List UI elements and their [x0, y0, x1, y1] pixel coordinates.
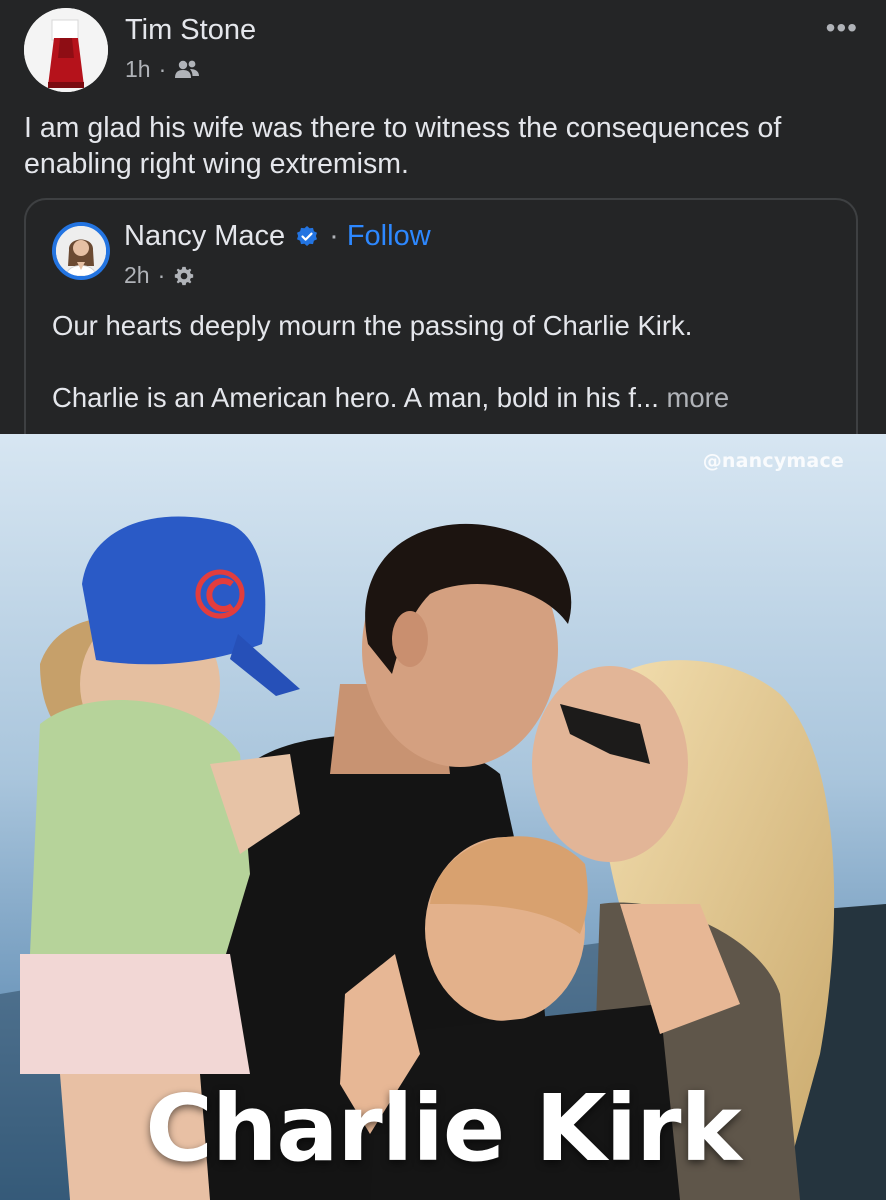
- shared-header: Nancy Mace · Follow: [124, 220, 431, 253]
- shared-author-avatar[interactable]: [52, 222, 110, 280]
- shared-meta: 2h ·: [124, 262, 195, 289]
- verified-badge-icon: [297, 225, 318, 246]
- handmaid-avatar-image: [24, 8, 108, 92]
- shared-time[interactable]: 2h: [124, 262, 150, 289]
- follow-button[interactable]: Follow: [347, 220, 431, 253]
- post-time[interactable]: 1h: [125, 56, 151, 83]
- author-name[interactable]: Tim Stone: [125, 14, 256, 47]
- post-meta: 1h ·: [125, 56, 200, 83]
- friends-icon[interactable]: [174, 59, 200, 81]
- more-options-button[interactable]: •••: [826, 14, 858, 42]
- author-avatar[interactable]: [24, 8, 108, 92]
- shared-text-line1: Our hearts deeply mourn the passing of C…: [52, 310, 693, 341]
- shared-text-line2: Charlie is an American hero. A man, bold…: [52, 382, 729, 414]
- photo-watermark: @nancymace: [702, 450, 844, 472]
- meta-separator: ·: [158, 56, 167, 82]
- nancy-mace-avatar-image: [56, 226, 106, 276]
- shared-separator: ·: [329, 220, 339, 252]
- gear-icon[interactable]: [173, 265, 195, 287]
- post-text: I am glad his wife was there to witness …: [24, 112, 782, 180]
- photo-caption: Charlie Kirk: [145, 1075, 741, 1182]
- shared-author-name[interactable]: Nancy Mace: [124, 220, 285, 253]
- shared-meta-separator: ·: [157, 262, 166, 288]
- see-more-link[interactable]: more: [666, 382, 729, 413]
- shared-photo[interactable]: @nancymace Charlie Kirk: [0, 434, 886, 1200]
- shared-post-card[interactable]: Nancy Mace · Follow 2h · Our hearts deep…: [24, 198, 858, 438]
- shared-text-truncated: Charlie is an American hero. A man, bold…: [52, 382, 667, 413]
